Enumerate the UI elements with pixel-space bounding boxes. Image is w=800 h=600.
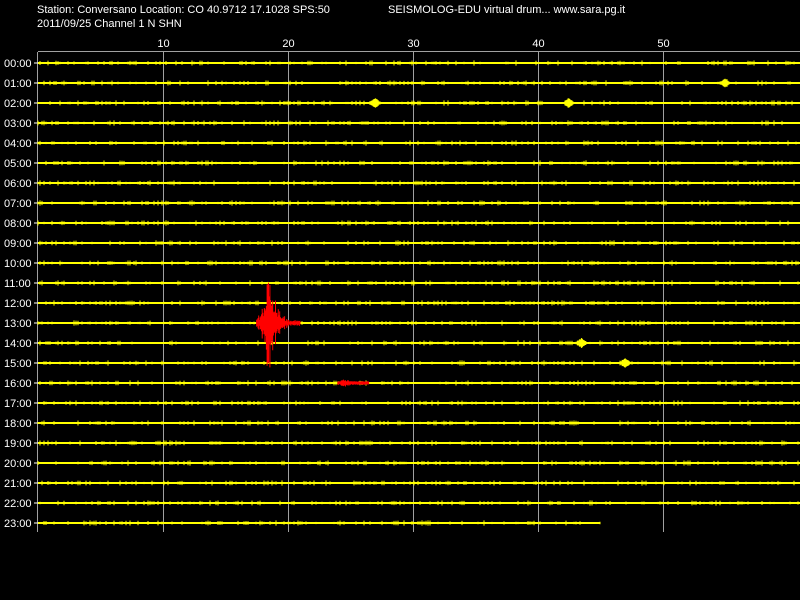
blip-1 xyxy=(368,98,382,108)
row-label-15-00: 15:00 xyxy=(4,358,32,370)
row-label-00-00: 00:00 xyxy=(4,58,32,70)
row-label-18-00: 18:00 xyxy=(4,418,32,430)
row-label-17-00: 17:00 xyxy=(4,398,32,410)
seismic-event-1 xyxy=(337,379,370,387)
row-label-09-00: 09:00 xyxy=(4,238,32,250)
row-label-21-00: 21:00 xyxy=(4,478,32,490)
blip-2 xyxy=(562,98,576,108)
seismogram-drum: 10 20 30 40 50 00:00 01:00 02:00 03:00 04:00 05:00… xyxy=(4,38,800,532)
x-tick-label-20: 20 xyxy=(282,38,294,50)
row-label-11-00: 11:00 xyxy=(4,278,31,290)
noise-row-20 xyxy=(37,460,799,466)
row-label-05-00: 05:00 xyxy=(4,158,32,170)
row-label-20-00: 20:00 xyxy=(4,458,32,470)
row-label-01-00: 01:00 xyxy=(4,78,32,90)
row-label-14-00: 14:00 xyxy=(4,338,32,350)
blip-4 xyxy=(618,358,632,368)
row-label-13-00: 13:00 xyxy=(4,318,32,330)
seismic-event-0 xyxy=(256,282,301,368)
x-tick-label-10: 10 xyxy=(157,38,169,50)
row-label-06-00: 06:00 xyxy=(4,178,32,190)
row-label-22-00: 22:00 xyxy=(4,498,32,510)
row-label-16-00: 16:00 xyxy=(4,378,32,390)
row-label-02-00: 02:00 xyxy=(4,98,32,110)
row-label-10-00: 10:00 xyxy=(4,258,32,270)
row-label-08-00: 08:00 xyxy=(4,218,32,230)
blip-3 xyxy=(574,338,588,348)
x-tick-label-50: 50 xyxy=(657,38,669,50)
row-label-07-00: 07:00 xyxy=(4,198,32,210)
x-tick-label-40: 40 xyxy=(532,38,544,50)
row-label-23-00: 23:00 xyxy=(4,518,32,530)
blip-0 xyxy=(718,78,732,88)
row-label-12-00: 12:00 xyxy=(4,298,32,310)
row-label-19-00: 19:00 xyxy=(4,438,32,450)
row-label-03-00: 03:00 xyxy=(4,118,32,130)
row-label-04-00: 04:00 xyxy=(4,138,32,150)
x-tick-label-30: 30 xyxy=(407,38,419,50)
